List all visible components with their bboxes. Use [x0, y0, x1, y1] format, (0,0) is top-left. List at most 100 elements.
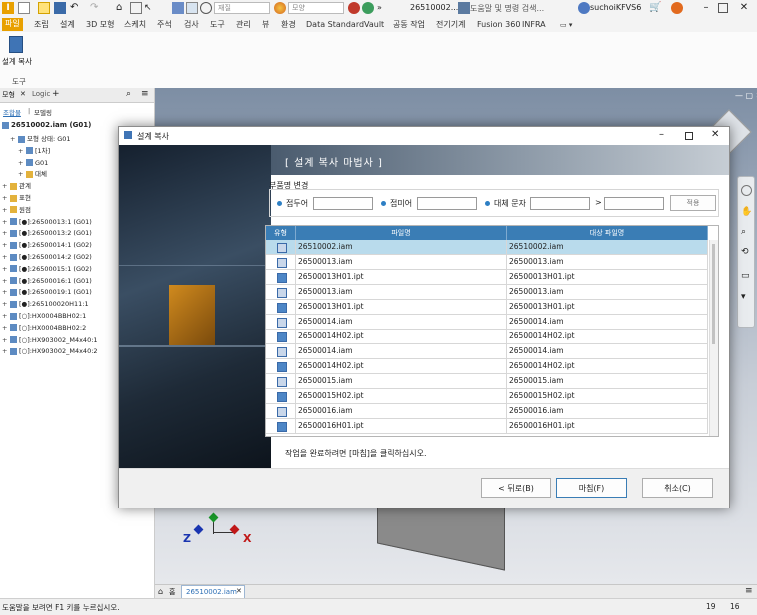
browser-tree-item[interactable]: + [●]:26500014:2 (G02): [2, 251, 92, 263]
expand-icon[interactable]: +: [2, 310, 8, 322]
table-row[interactable]: 26500016.iam 26500016.iam: [266, 403, 708, 419]
material-select[interactable]: 재질: [214, 2, 270, 14]
search-icon[interactable]: ⌕: [126, 89, 131, 99]
expand-icon[interactable]: +: [2, 322, 8, 334]
table-scrollbar-thumb[interactable]: [712, 244, 715, 344]
replace-from-input[interactable]: [530, 197, 590, 210]
tab-file[interactable]: 파일: [2, 18, 23, 31]
target-filename-cell[interactable]: 26500015H02.ipt: [507, 389, 708, 404]
table-row[interactable]: 26500016H01.ipt 26500016H01.ipt: [266, 418, 708, 434]
undo-icon[interactable]: ↶: [70, 2, 82, 14]
browser-tree-item[interactable]: + [●]:26500019:1 (G01): [2, 286, 92, 298]
save-icon[interactable]: [54, 2, 66, 14]
browser-root[interactable]: 26510002.iam (G01): [11, 121, 91, 129]
pan-icon[interactable]: ✋: [741, 207, 752, 217]
expand-icon[interactable]: +: [2, 286, 8, 298]
table-scrollbar[interactable]: [709, 240, 718, 436]
apply-button[interactable]: 적용: [670, 195, 716, 211]
expand-icon[interactable]: +: [2, 251, 8, 263]
target-filename-cell[interactable]: 26500014.iam: [507, 344, 708, 360]
target-filename-cell[interactable]: 26500014H02.ipt: [507, 329, 708, 345]
browser-tree-item[interactable]: + 대체: [18, 168, 47, 180]
prefix-input[interactable]: [313, 197, 373, 210]
select-icon[interactable]: ↖: [144, 2, 156, 14]
tab-sketch[interactable]: 스케치: [124, 19, 146, 31]
browser-tree-item[interactable]: + [○]:HX903002_M4x40:1: [2, 334, 98, 346]
expand-icon[interactable]: +: [2, 180, 8, 192]
finish-button[interactable]: 마침(F): [556, 478, 627, 498]
close-tab-icon[interactable]: ✕: [20, 90, 26, 98]
menu-icon[interactable]: ≡: [141, 89, 149, 99]
dialog-maximize-icon[interactable]: [685, 132, 693, 140]
expand-icon[interactable]: +: [2, 263, 8, 275]
active-document-tab[interactable]: 26510002.iam ✕: [181, 585, 245, 599]
browser-tree-item[interactable]: + [●]:26500016:1 (G01): [2, 275, 92, 287]
target-filename-cell[interactable]: 26500015.iam: [507, 374, 708, 390]
tab-design[interactable]: 설계: [60, 19, 75, 31]
expand-icon[interactable]: +: [2, 192, 8, 204]
expand-icon[interactable]: +: [18, 168, 24, 180]
suffix-input[interactable]: [417, 197, 477, 210]
column-header-type[interactable]: 유형: [266, 226, 296, 240]
browser-tree-item[interactable]: + 모형 상태: G01: [10, 133, 71, 145]
table-row[interactable]: 26510002.iam 26510002.iam: [266, 240, 708, 255]
table-row[interactable]: 26500013H01.ipt 26500013H01.ipt: [266, 269, 708, 285]
target-filename-cell[interactable]: 26500014.iam: [507, 314, 708, 330]
browser-tree-item[interactable]: + [1차]: [18, 145, 50, 157]
dialog-minimize-icon[interactable]: –: [659, 129, 664, 140]
expand-icon[interactable]: +: [2, 204, 8, 216]
design-copy-button[interactable]: 설계 복사: [2, 56, 32, 67]
home-tab[interactable]: 홈: [169, 587, 175, 597]
expand-icon[interactable]: +: [2, 345, 8, 357]
prefix-radio[interactable]: [277, 201, 282, 206]
tab-electromechanical[interactable]: 전기기계: [436, 19, 465, 31]
back-button[interactable]: < 뒤로(B): [481, 478, 551, 498]
table-row[interactable]: 26500014H02.ipt 26500014H02.ipt: [266, 359, 708, 375]
browser-tree-item[interactable]: + [○]:HX0004BBH02:2: [2, 322, 86, 334]
user-name[interactable]: suchoiKFVS6: [590, 3, 641, 12]
close-doc-icon[interactable]: ✕: [236, 587, 242, 595]
browser-tree-item[interactable]: + [●]:26500013:1 (G01): [2, 216, 92, 228]
open-folder-icon[interactable]: [38, 2, 50, 14]
tab-view[interactable]: 뷰: [262, 19, 269, 31]
minimize-icon[interactable]: –: [700, 2, 712, 14]
tab-fusion-360[interactable]: Fusion 360: [477, 19, 520, 31]
help-icon[interactable]: [671, 2, 683, 14]
expand-icon[interactable]: +: [2, 216, 8, 228]
table-row[interactable]: 26500015H02.ipt 26500015H02.ipt: [266, 389, 708, 404]
table-row[interactable]: 26500015.iam 26500015.iam: [266, 374, 708, 390]
overflow-icon[interactable]: »: [377, 3, 382, 12]
home-tab-icon[interactable]: ⌂: [158, 587, 163, 596]
target-filename-cell[interactable]: 26500016H01.ipt: [507, 418, 708, 434]
suffix-radio[interactable]: [381, 201, 386, 206]
table-row[interactable]: 26500013.iam 26500013.iam: [266, 254, 708, 270]
dialog-close-icon[interactable]: ✕: [711, 129, 719, 140]
tab-tools[interactable]: 도구: [210, 19, 225, 31]
browser-tree-item[interactable]: + 표현: [2, 192, 31, 204]
tab-inspect[interactable]: 검사: [184, 19, 199, 31]
nav-options-icon[interactable]: ▾: [741, 292, 746, 302]
browser-tree-item[interactable]: + [○]:HX903002_M4x40:2: [2, 345, 98, 357]
zoom-icon[interactable]: ⌕: [741, 227, 746, 237]
viewport-window-controls[interactable]: — ▢ ✕: [735, 91, 757, 100]
target-filename-cell[interactable]: 26500013.iam: [507, 254, 708, 270]
appearance-select[interactable]: 모양: [288, 2, 344, 14]
tab-vault[interactable]: Vault: [364, 19, 384, 31]
view-modeling[interactable]: 모델링: [34, 107, 52, 117]
tab-annotate[interactable]: 주석: [157, 19, 172, 31]
tab-assemble[interactable]: 조립: [34, 19, 49, 31]
expand-icon[interactable]: +: [18, 157, 24, 169]
replace-radio[interactable]: [485, 201, 490, 206]
table-row[interactable]: 26500013H01.ipt 26500013H01.ipt: [266, 299, 708, 315]
expand-icon[interactable]: +: [2, 275, 8, 287]
cancel-button[interactable]: 취소(C): [642, 478, 713, 498]
target-filename-cell[interactable]: 26500013.iam: [507, 284, 708, 300]
browser-tree-item[interactable]: + 관계: [2, 180, 31, 192]
measure-icon[interactable]: [186, 2, 198, 14]
target-filename-cell[interactable]: 26500013H01.ipt: [507, 269, 708, 285]
tab-environments[interactable]: 환경: [281, 19, 296, 31]
browser-tree-item[interactable]: + 원점: [2, 204, 31, 216]
target-filename-cell[interactable]: 26510002.iam: [507, 240, 708, 255]
print-icon[interactable]: [172, 2, 184, 14]
browser-tree-item[interactable]: + [●]:26500014:1 (G02): [2, 239, 92, 251]
